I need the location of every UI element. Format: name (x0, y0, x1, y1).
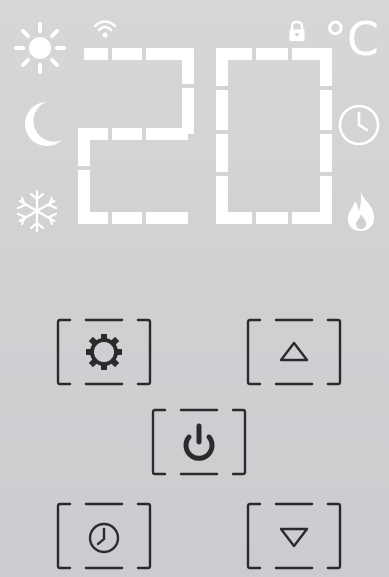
thermostat-panel: °C (0, 0, 389, 577)
settings-button[interactable] (56, 318, 152, 386)
down-arrow-icon (279, 527, 309, 548)
power-icon (183, 423, 215, 461)
clock-icon (338, 104, 380, 146)
gear-icon (86, 334, 122, 370)
lock-icon (289, 20, 305, 41)
timer-button[interactable] (56, 502, 152, 570)
power-button[interactable] (151, 408, 247, 476)
moon-icon (24, 102, 63, 146)
sun-icon (14, 22, 66, 74)
clock-icon (88, 522, 120, 554)
temperature-down-button[interactable] (246, 502, 342, 570)
thermostat-display: °C (0, 0, 389, 240)
up-arrow-icon (279, 341, 309, 362)
temperature-up-button[interactable] (246, 318, 342, 386)
flame-icon (347, 192, 375, 231)
unit-label: °C (323, 12, 379, 66)
snowflake-icon (16, 189, 58, 233)
wifi-icon (93, 20, 117, 38)
